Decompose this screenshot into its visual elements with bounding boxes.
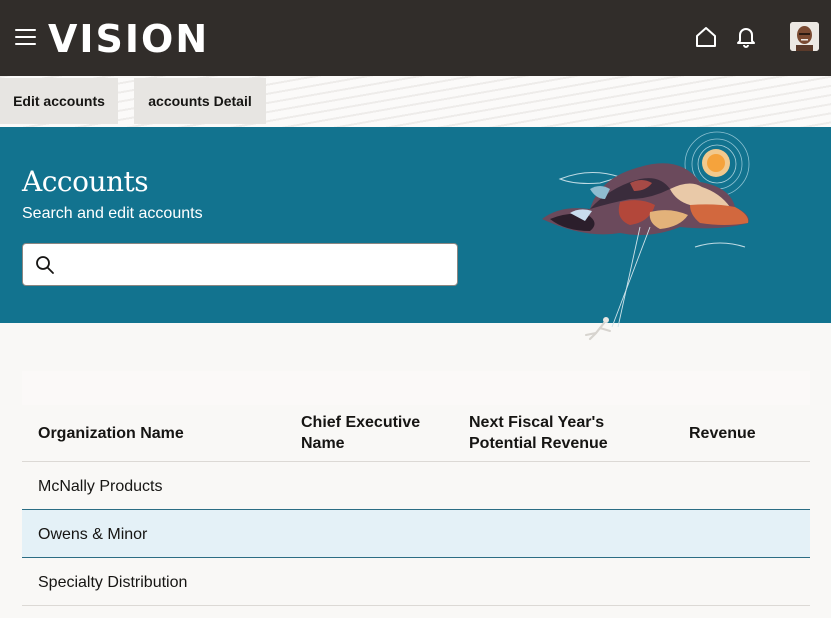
- app-header: VISION: [0, 0, 831, 76]
- accounts-table: Organization Name Chief Executive Name N…: [22, 371, 810, 606]
- tab-accounts-detail[interactable]: accounts Detail: [134, 78, 266, 124]
- table-row-selected[interactable]: Owens & Minor: [22, 509, 810, 558]
- hero-banner: Accounts Search and edit accounts: [0, 127, 831, 341]
- cell-organization-name: Specialty Distribution: [38, 574, 188, 591]
- hamburger-menu-icon[interactable]: [15, 28, 37, 46]
- cell-organization-name: Owens & Minor: [38, 526, 148, 543]
- table-row[interactable]: Specialty Distribution: [22, 558, 810, 606]
- table-header: Organization Name Chief Executive Name N…: [22, 405, 810, 462]
- swinging-figure: [585, 317, 611, 341]
- search-field[interactable]: [22, 243, 458, 286]
- search-icon: [36, 256, 54, 274]
- tab-strip: Edit accounts accounts Detail: [0, 76, 831, 127]
- column-header-chief-executive-name[interactable]: Chief Executive Name: [301, 412, 441, 454]
- column-header-organization-name[interactable]: Organization Name: [38, 423, 184, 444]
- table-row[interactable]: McNally Products: [22, 462, 810, 510]
- app-logo[interactable]: VISION: [48, 15, 209, 63]
- bell-icon[interactable]: [735, 26, 757, 48]
- tab-edit-accounts[interactable]: Edit accounts: [0, 78, 118, 124]
- table-toolbar: [22, 371, 810, 405]
- user-avatar[interactable]: [790, 22, 819, 51]
- cell-organization-name: McNally Products: [38, 478, 163, 495]
- column-header-revenue[interactable]: Revenue: [689, 423, 756, 444]
- page-subtitle: Search and edit accounts: [22, 205, 203, 222]
- page-title: Accounts: [22, 165, 149, 198]
- home-icon[interactable]: [695, 26, 717, 48]
- search-input[interactable]: [67, 250, 447, 280]
- hero-illustration: [542, 131, 750, 341]
- column-header-next-fiscal-revenue[interactable]: Next Fiscal Year's Potential Revenue: [469, 412, 639, 454]
